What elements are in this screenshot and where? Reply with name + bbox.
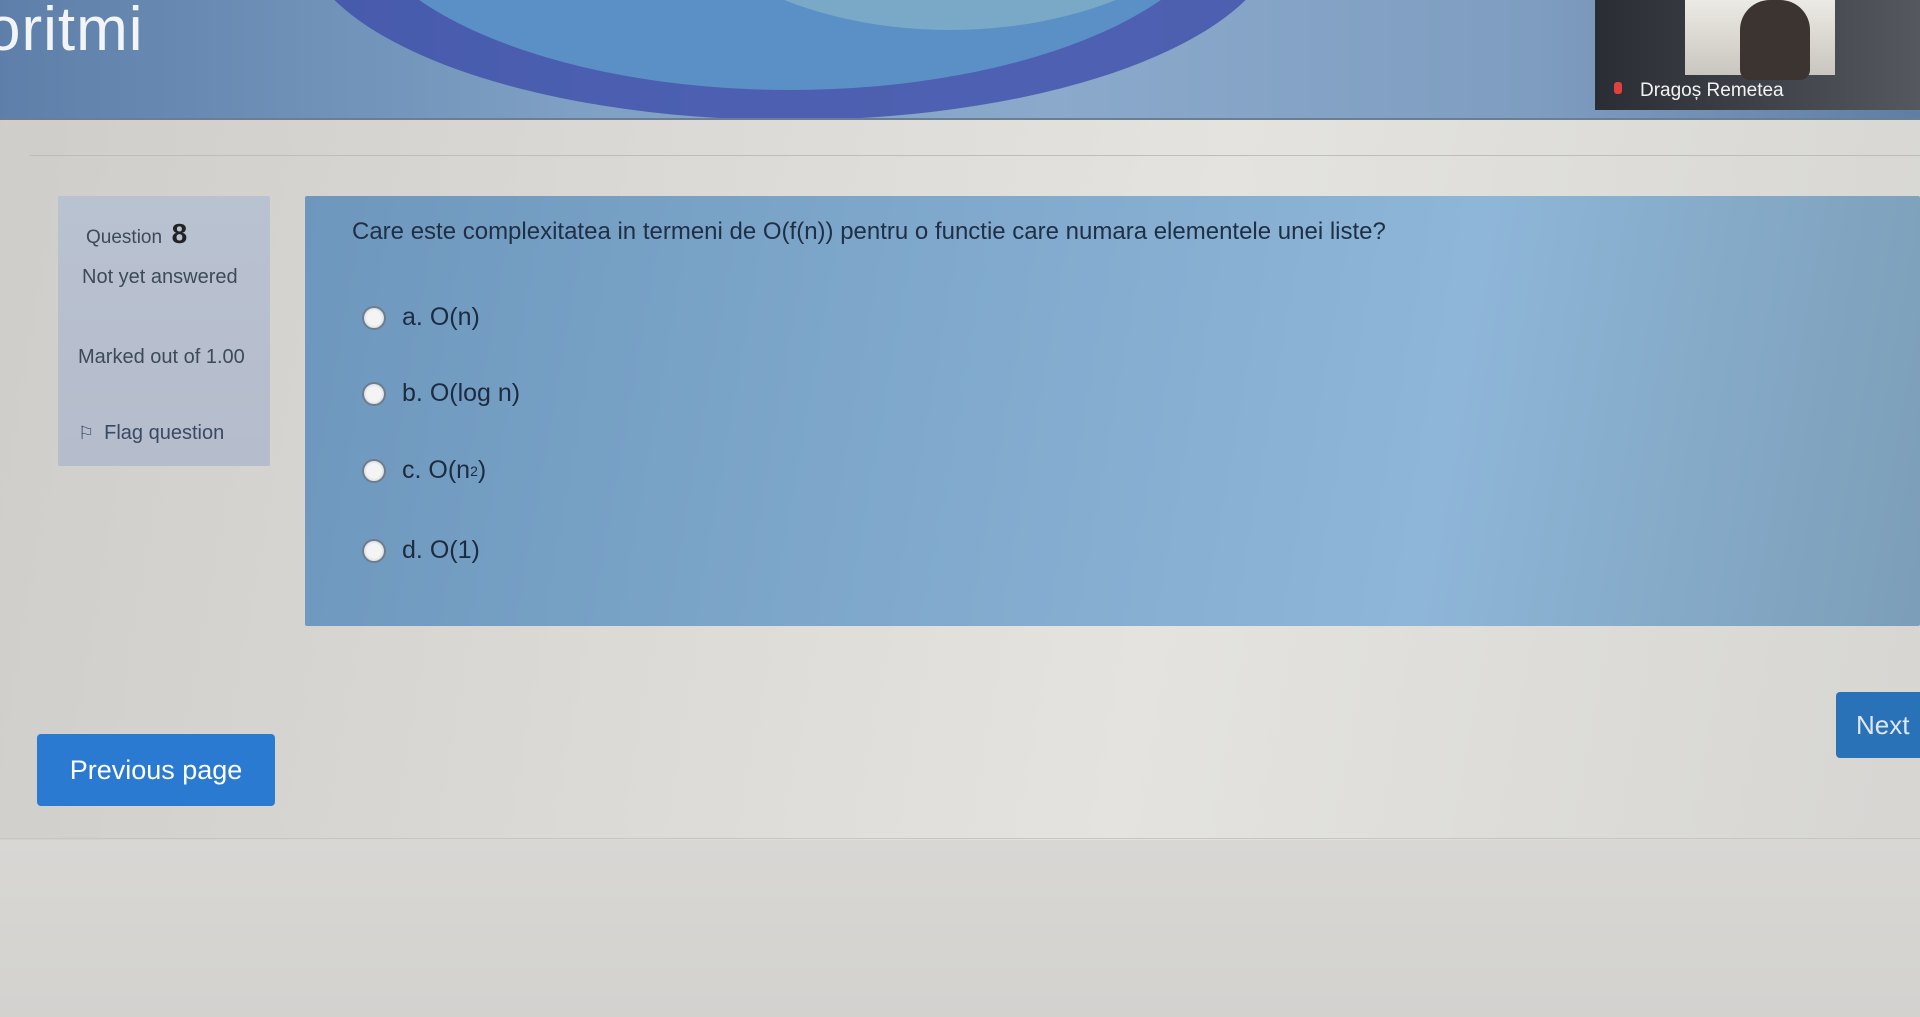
question-number: 8 <box>171 218 188 249</box>
flag-question-label: Flag question <box>104 422 225 444</box>
answer-text: O(n <box>428 456 471 484</box>
footer-divider <box>0 838 1920 839</box>
next-page-button[interactable]: Next <box>1836 692 1920 758</box>
radio-button[interactable] <box>362 458 386 483</box>
footer-area <box>0 840 1920 1017</box>
answer-suffix: ) <box>477 456 487 484</box>
question-panel: Care este complexitatea in termeni de O(… <box>305 196 1920 626</box>
answer-option-d[interactable]: d. O(1) <box>362 536 480 565</box>
answer-option-c[interactable]: c. O(n 2) <box>362 456 486 485</box>
radio-button[interactable] <box>362 305 386 330</box>
answer-exponent: 2 <box>470 462 478 479</box>
answer-prefix: c. <box>402 456 422 484</box>
answer-prefix: d. <box>402 536 423 564</box>
question-text: Care este complexitatea in termeni de O(… <box>352 218 1386 245</box>
participant-video <box>1740 0 1810 80</box>
question-info-panel: Question 8 Not yet answered Marked out o… <box>58 196 270 466</box>
answer-prefix: b. <box>402 379 423 407</box>
participant-name: Dragoș Remetea <box>1640 80 1784 101</box>
question-number-label: Question 8 <box>86 218 187 250</box>
answer-text: O(log n) <box>429 379 521 407</box>
question-grade: Marked out of 1.00 <box>78 346 245 368</box>
content-divider <box>30 155 1920 156</box>
answer-text: O(1) <box>429 536 480 564</box>
radio-button[interactable] <box>362 381 386 406</box>
radio-button[interactable] <box>362 538 386 563</box>
course-title: oritmi <box>0 0 144 64</box>
muted-mic-icon <box>1614 82 1622 94</box>
question-state: Not yet answered <box>82 266 238 288</box>
video-participant-tile[interactable]: Dragoș Remetea <box>1595 0 1920 110</box>
answer-option-a[interactable]: a. O(n) <box>362 303 480 332</box>
answer-prefix: a. <box>402 303 423 331</box>
question-word: Question <box>86 227 163 248</box>
flag-icon: ⚐ <box>78 423 95 443</box>
flag-question-link[interactable]: ⚐ Flag question <box>78 422 224 445</box>
answer-option-b[interactable]: b. O(log n) <box>362 379 520 408</box>
answer-text: O(n) <box>429 303 480 331</box>
previous-page-button[interactable]: Previous page <box>37 734 275 806</box>
page-header: oritmi Dragoș Remetea <box>0 0 1920 120</box>
